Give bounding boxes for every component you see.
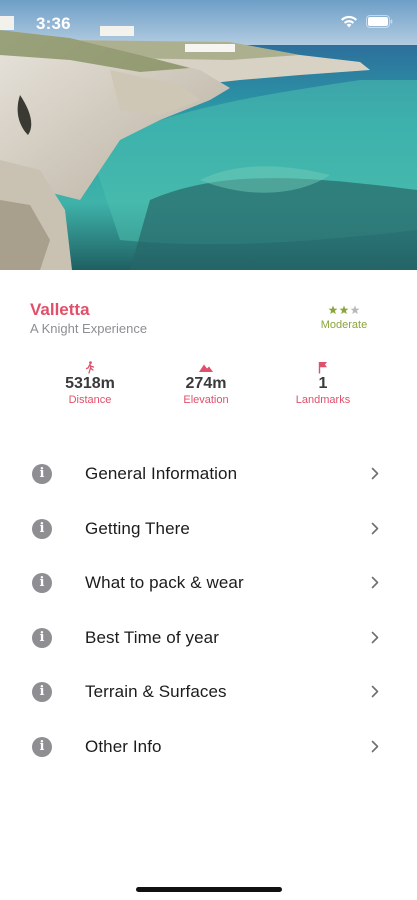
wifi-icon [340,15,358,33]
route-subtitle: A Knight Experience [30,321,148,336]
chevron-right-icon [371,522,379,534]
menu-item-general-information[interactable]: i General Information [0,447,417,502]
info-icon: i [32,682,52,702]
chevron-right-icon [371,467,379,480]
chevron-right-icon [371,631,379,643]
stat-elevation-value: 274m [185,375,227,392]
menu-item-what-to-pack[interactable]: i What to pack & wear [0,556,417,611]
stat-landmarks: 1 Landmarks [273,360,373,406]
stat-distance-value: 5318m [65,375,115,392]
info-icon: i [32,518,52,539]
info-menu: i General Information i Getting There i … [0,447,417,774]
menu-item-label: What to pack & wear [85,573,244,592]
menu-item-label: Other Info [85,736,162,756]
menu-item-other-info[interactable]: i Other Info [0,720,417,775]
stat-distance-label: Distance [68,394,112,406]
star-empty-icon [350,305,360,314]
menu-item-terrain-surfaces[interactable]: i Terrain & Surfaces [0,665,417,720]
chevron-right-icon [371,576,379,589]
stat-distance: 5318m Distance [40,360,140,406]
flag-icon [273,360,373,374]
difficulty-rating: Moderate [309,305,379,331]
mountain-icon [156,360,256,374]
stat-elevation-label: Elevation [183,394,229,406]
stat-landmarks-value: 1 [318,375,328,392]
info-icon: i [32,573,52,593]
battery-icon [366,15,393,33]
info-icon: i [32,736,52,757]
status-icons [340,15,393,33]
info-icon: i [32,464,52,484]
home-indicator[interactable] [136,887,282,892]
star-filled-icon [328,305,338,314]
chevron-right-icon [371,740,379,752]
menu-item-label: Best Time of year [85,627,219,647]
walker-icon [40,360,140,374]
menu-item-label: General Information [85,464,238,483]
menu-item-getting-there[interactable]: i Getting There [0,502,417,557]
status-bar: 3:36 [0,0,417,46]
stat-landmarks-label: Landmarks [295,394,351,406]
chevron-right-icon [371,685,379,698]
menu-item-label: Terrain & Surfaces [85,682,227,701]
difficulty-stars [309,305,379,317]
route-stats: 5318m Distance 274m Elevation 1 Landmark… [0,360,417,412]
menu-item-label: Getting There [85,518,190,538]
route-title: Valletta [30,300,90,319]
stat-elevation: 274m Elevation [156,360,256,406]
status-time: 3:36 [36,14,71,33]
star-filled-icon [339,305,349,314]
difficulty-label: Moderate [320,319,368,331]
info-icon: i [32,627,52,648]
menu-item-best-time-of-year[interactable]: i Best Time of year [0,611,417,666]
